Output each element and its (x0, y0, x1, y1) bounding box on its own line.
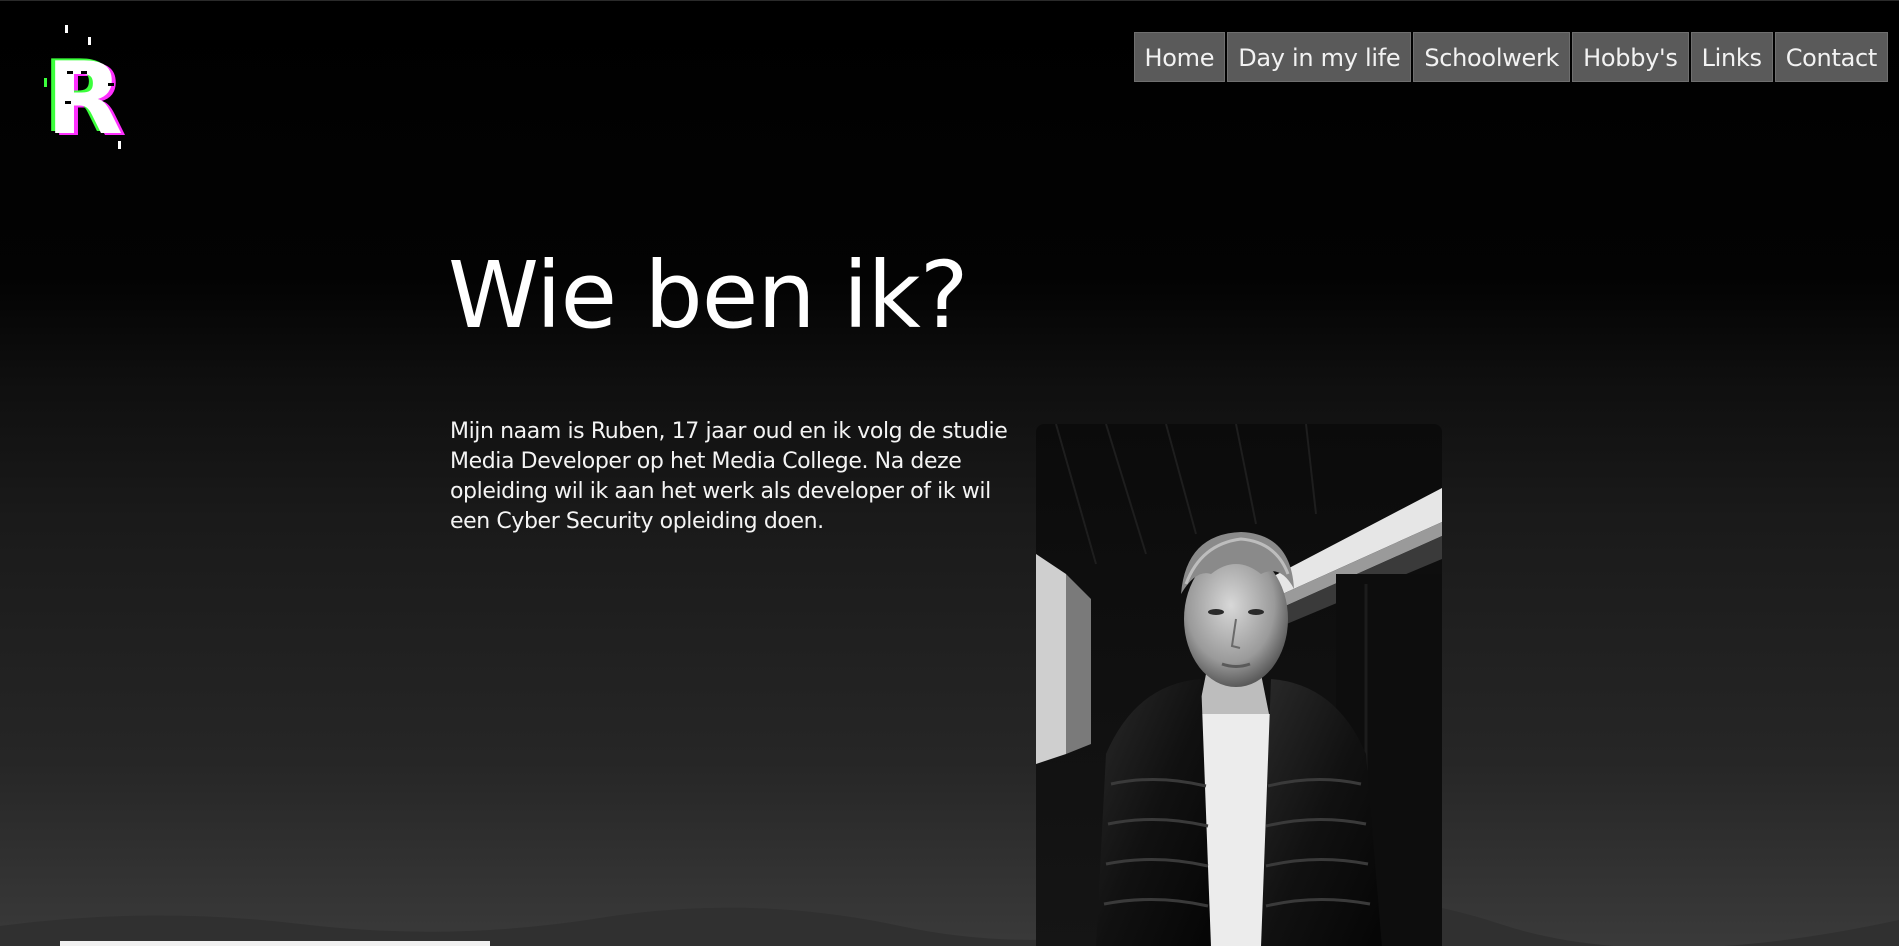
intro-text: Mijn naam is Ruben, 17 jaar oud en ik vo… (450, 419, 1008, 534)
page-title: Wie ben ik? (448, 242, 969, 349)
svg-text:R: R (46, 40, 123, 153)
nav-item-contact[interactable]: Contact (1774, 32, 1888, 82)
nav-item-links[interactable]: Links (1690, 32, 1773, 82)
nav-item-day-in-my-life[interactable]: Day in my life (1227, 32, 1412, 82)
logo-link[interactable]: R R R (40, 23, 150, 159)
main-nav: Home Day in my life Schoolwerk Hobby's L… (1133, 32, 1888, 82)
page: R R R Home Day in my life Schoolwerk Hob… (0, 0, 1899, 946)
portrait-photo (1036, 424, 1442, 946)
nav-item-hobbys[interactable]: Hobby's (1572, 32, 1689, 82)
background-hills (0, 896, 1899, 946)
scroll-progress-bar (60, 941, 490, 946)
nav-item-home[interactable]: Home (1133, 32, 1226, 82)
r-glitch-logo-icon: R R R (42, 25, 127, 159)
nav-item-schoolwerk[interactable]: Schoolwerk (1413, 32, 1571, 82)
